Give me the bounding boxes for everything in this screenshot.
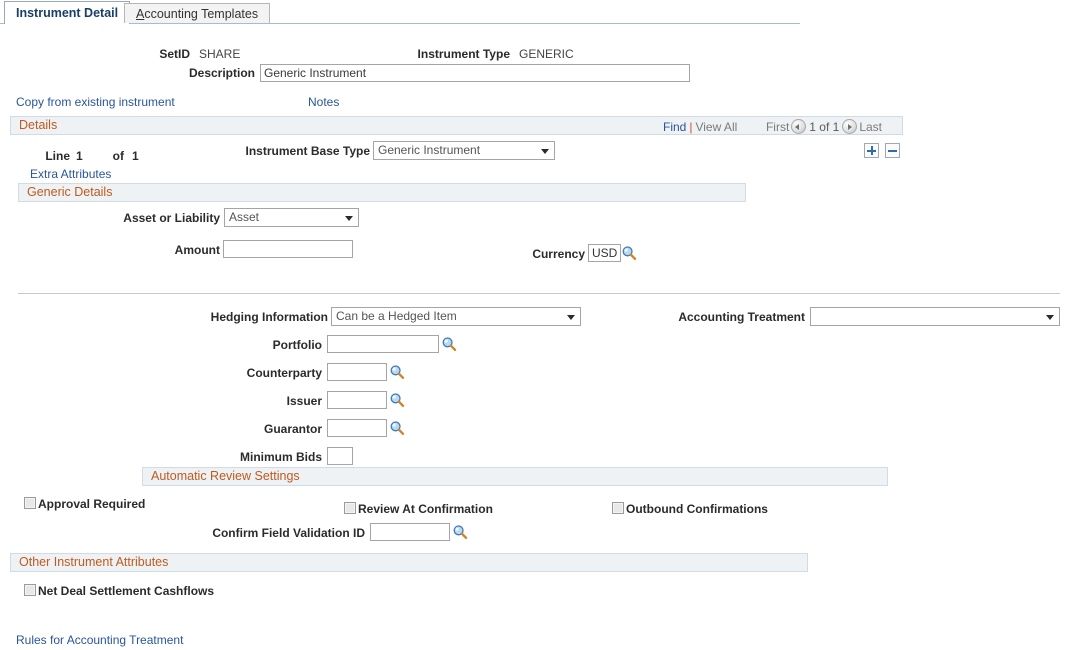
currency-label: Currency xyxy=(532,247,585,261)
rules-for-accounting-treatment-link[interactable]: Rules for Accounting Treatment xyxy=(16,633,183,647)
net-deal-settlement-cashflows-label: Net Deal Settlement Cashflows xyxy=(38,584,215,598)
setid-value: SHARE xyxy=(199,47,241,61)
description-input[interactable] xyxy=(260,64,690,82)
chevron-down-icon xyxy=(345,215,353,221)
row-counter: 1 of 1 xyxy=(809,120,840,134)
portfolio-input[interactable] xyxy=(327,335,439,353)
generic-details-section-bar: Generic Details xyxy=(18,183,746,202)
confirm-field-validation-id-label: Confirm Field Validation ID xyxy=(212,526,365,540)
line-label: Line xyxy=(45,149,70,163)
instrument-type-label: Instrument Type xyxy=(417,47,510,61)
generic-details-section-title: Generic Details xyxy=(27,185,113,199)
accounting-treatment-dropdown[interactable] xyxy=(810,307,1060,326)
approval-required-label: Approval Required xyxy=(38,497,146,511)
amount-label: Amount xyxy=(174,243,220,257)
copy-from-existing-instrument-link[interactable]: Copy from existing instrument xyxy=(16,95,175,109)
outbound-confirmations-checkbox[interactable] xyxy=(612,502,624,514)
line-number: 1 xyxy=(76,149,83,163)
details-navigation: Find | View All First 1 of 1 Last xyxy=(663,119,882,134)
chevron-down-icon xyxy=(1046,314,1054,320)
outbound-confirmations-label: Outbound Confirmations xyxy=(626,502,768,516)
counterparty-input[interactable] xyxy=(327,363,387,381)
last-link[interactable]: Last xyxy=(859,120,882,134)
previous-row-icon[interactable] xyxy=(791,119,807,134)
view-all-link[interactable]: View All xyxy=(695,120,737,134)
add-row-button[interactable] xyxy=(864,143,879,158)
other-instrument-attributes-title: Other Instrument Attributes xyxy=(19,555,169,569)
hedging-information-label: Hedging Information xyxy=(210,310,328,324)
counterparty-label: Counterparty xyxy=(246,366,322,380)
find-link[interactable]: Find xyxy=(663,120,686,134)
automatic-review-settings-title: Automatic Review Settings xyxy=(151,469,300,483)
tab-accounting-templates[interactable]: Accounting Templates xyxy=(124,3,271,23)
asset-or-liability-dropdown[interactable]: Asset xyxy=(224,208,359,227)
automatic-review-settings-bar: Automatic Review Settings xyxy=(142,467,888,486)
tab-strip: Instrument Detail Accounting Templates xyxy=(0,0,1072,24)
amount-input[interactable] xyxy=(223,240,353,258)
confirm-field-validation-id-input[interactable] xyxy=(370,523,450,541)
accounting-treatment-label: Accounting Treatment xyxy=(678,310,805,324)
setid-label: SetID xyxy=(159,47,190,61)
issuer-lookup-icon[interactable] xyxy=(389,392,405,408)
review-at-confirmation-checkbox[interactable] xyxy=(344,502,356,514)
instrument-base-type-value: Generic Instrument xyxy=(378,143,481,157)
net-deal-settlement-cashflows-checkbox[interactable] xyxy=(24,584,36,596)
issuer-label: Issuer xyxy=(286,394,322,408)
minimum-bids-input[interactable] xyxy=(327,447,353,465)
line-of-label: of xyxy=(112,149,124,163)
next-row-icon[interactable] xyxy=(842,119,858,134)
chevron-down-icon xyxy=(541,148,549,154)
notes-link[interactable]: Notes xyxy=(308,95,339,109)
hedging-information-dropdown[interactable]: Can be a Hedged Item xyxy=(331,307,581,326)
section-divider xyxy=(18,293,1060,294)
hedging-information-value: Can be a Hedged Item xyxy=(336,309,457,323)
portfolio-lookup-icon[interactable] xyxy=(441,336,457,352)
guarantor-input[interactable] xyxy=(327,419,387,437)
description-label: Description xyxy=(188,66,255,80)
asset-or-liability-label: Asset or Liability xyxy=(123,211,220,225)
line-of-number: 1 xyxy=(132,149,139,163)
review-at-confirmation-label: Review At Confirmation xyxy=(358,502,493,516)
instrument-base-type-dropdown[interactable]: Generic Instrument xyxy=(373,141,555,160)
currency-input[interactable] xyxy=(588,244,621,262)
minimum-bids-label: Minimum Bids xyxy=(239,450,322,464)
chevron-down-icon xyxy=(567,314,575,320)
extra-attributes-link[interactable]: Extra Attributes xyxy=(30,167,111,181)
asset-or-liability-value: Asset xyxy=(229,210,260,224)
tab-instrument-detail[interactable]: Instrument Detail xyxy=(4,1,131,24)
guarantor-label: Guarantor xyxy=(263,422,322,436)
instrument-base-type-label: Instrument Base Type xyxy=(245,144,370,158)
approval-required-checkbox[interactable] xyxy=(24,497,36,509)
tab-instrument-detail-label: Instrument Detail xyxy=(16,6,119,20)
counterparty-lookup-icon[interactable] xyxy=(389,364,405,380)
currency-lookup-icon[interactable] xyxy=(621,245,637,261)
instrument-type-value: GENERIC xyxy=(519,47,574,61)
details-section-title: Details xyxy=(19,118,58,132)
guarantor-lookup-icon[interactable] xyxy=(389,420,405,436)
tab-accounting-templates-label: ccounting Templates xyxy=(144,7,259,21)
delete-row-button[interactable] xyxy=(885,143,900,158)
portfolio-label: Portfolio xyxy=(272,338,322,352)
other-instrument-attributes-bar: Other Instrument Attributes xyxy=(10,553,808,572)
issuer-input[interactable] xyxy=(327,391,387,409)
confirm-field-validation-lookup-icon[interactable] xyxy=(452,524,468,540)
first-link[interactable]: First xyxy=(766,120,789,134)
